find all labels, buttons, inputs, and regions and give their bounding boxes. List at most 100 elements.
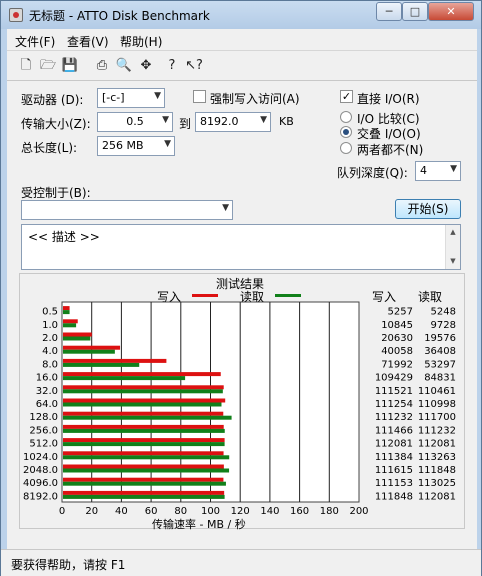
write-value-cell: 111848 (375, 491, 413, 502)
minimize-button[interactable]: ─ (376, 2, 402, 21)
force-write-checkbox[interactable] (193, 90, 206, 103)
read-bar (63, 428, 225, 433)
move-icon[interactable]: ✥ (137, 57, 155, 75)
read-bar (63, 481, 226, 486)
read-bar (63, 376, 186, 381)
window-title: 无标题 - ATTO Disk Benchmark (29, 9, 210, 23)
y-tick-label: 2.0 (42, 333, 58, 344)
transfer-from-select[interactable]: 0.5 ▼ (97, 112, 173, 132)
write-bar (63, 372, 221, 377)
help-icon[interactable]: ? (163, 57, 181, 75)
write-value-cell: 20630 (381, 333, 413, 344)
read-bar (63, 349, 115, 354)
write-bar (63, 464, 224, 469)
y-tick-label: 16.0 (36, 373, 58, 384)
y-tick-label: 64.0 (36, 399, 58, 410)
x-tick-label: 180 (320, 506, 339, 517)
read-bar (63, 402, 222, 407)
y-tick-label: 2048.0 (23, 465, 58, 476)
drive-select[interactable]: [-c-] ▼ (97, 88, 165, 108)
read-bar (63, 389, 223, 394)
to-label: 到 (179, 117, 192, 131)
scrollbar[interactable]: ▲ ▼ (445, 225, 460, 269)
scroll-up-icon[interactable]: ▲ (446, 225, 460, 240)
read-value-cell: 110461 (418, 386, 456, 397)
controlled-by-label: 受控制于(B): (21, 186, 91, 200)
menu-view[interactable]: 查看(V) (67, 33, 109, 50)
direct-io-label: 直接 I/O(R) (357, 92, 420, 106)
drive-label: 驱动器 (D): (21, 93, 84, 107)
write-value-cell: 112081 (375, 439, 413, 450)
benchmark-chart: 0 20 40 60 80 100 120 140 160 180 2000.5 5257 52481.… (23, 301, 456, 517)
maximize-button[interactable]: □ (402, 2, 428, 21)
overlap-io-radio[interactable] (340, 126, 352, 138)
write-bar (63, 451, 224, 456)
direct-io-checkbox[interactable]: ✓ (340, 90, 353, 103)
chevron-down-icon: ▼ (450, 164, 457, 174)
write-value-cell: 111521 (375, 386, 413, 397)
queue-depth-select[interactable]: 4 ▼ (415, 161, 461, 181)
read-bar (63, 336, 91, 341)
read-value-cell: 110998 (418, 399, 456, 410)
write-bar (63, 424, 224, 429)
write-bar (63, 332, 92, 337)
chevron-down-icon: ▼ (154, 91, 161, 101)
app-window: 无标题 - ATTO Disk Benchmark ─ □ ✕ 文件(F) 查看… (0, 0, 482, 576)
write-value-cell: 109429 (375, 373, 413, 384)
new-icon[interactable]: 🗋 (17, 57, 35, 75)
read-bar (63, 415, 232, 420)
write-bar (63, 490, 225, 495)
start-button[interactable]: 开始(S) (395, 199, 461, 219)
save-icon[interactable]: 💾 (61, 57, 79, 75)
x-tick-label: 200 (349, 506, 368, 517)
description-box[interactable]: << 描述 >> ▲ ▼ (21, 224, 461, 270)
neither-radio[interactable] (340, 142, 352, 154)
print-icon[interactable]: ⎙ (93, 57, 111, 75)
x-tick-label: 140 (260, 506, 279, 517)
context-help-icon[interactable]: ↖? (185, 57, 203, 75)
overlap-io-label: 交叠 I/O(O) (357, 127, 421, 141)
read-value-cell: 5248 (431, 307, 456, 318)
menu-help[interactable]: 帮助(H) (120, 33, 162, 50)
write-bar (63, 306, 70, 311)
write-value-cell: 111615 (375, 465, 413, 476)
open-icon[interactable]: 🗁 (39, 57, 57, 75)
read-value-cell: 112081 (418, 439, 456, 450)
read-value-cell: 113263 (418, 452, 456, 463)
x-tick-label: 160 (290, 506, 309, 517)
total-length-label: 总长度(L): (21, 141, 78, 155)
total-length-value: 256 MB (102, 139, 144, 152)
transfer-to-value: 8192.0 (200, 115, 239, 128)
queue-depth-value: 4 (420, 164, 427, 177)
transfer-to-select[interactable]: 8192.0 ▼ (195, 112, 271, 132)
write-bar (63, 345, 121, 350)
write-bar (63, 319, 78, 324)
read-bar (63, 323, 77, 328)
read-bar (63, 442, 225, 447)
controlled-by-select[interactable]: ▼ (21, 200, 233, 220)
print-preview-icon[interactable]: 🔍 (115, 57, 133, 75)
read-bar (63, 362, 140, 367)
io-compare-radio[interactable] (340, 111, 352, 123)
x-tick-label: 40 (115, 506, 128, 517)
results-panel: 测试结果 写入 读取 写入 读取 0 20 40 60 80 100 120 140 160 18… (19, 273, 465, 531)
transfer-size-label: 传输大小(Z): (21, 117, 91, 131)
write-value-cell: 5257 (388, 307, 413, 318)
scroll-down-icon[interactable]: ▼ (446, 254, 460, 269)
y-tick-label: 0.5 (42, 307, 58, 318)
write-value-cell: 111384 (375, 452, 413, 463)
y-tick-label: 128.0 (29, 412, 58, 423)
chevron-down-icon: ▼ (162, 115, 169, 125)
write-bar (63, 411, 224, 416)
y-tick-label: 32.0 (36, 386, 58, 397)
title-bar: 无标题 - ATTO Disk Benchmark ─ □ ✕ (1, 1, 481, 29)
x-tick-label: 20 (85, 506, 98, 517)
app-icon (9, 8, 23, 22)
write-bar (63, 438, 225, 443)
write-value-cell: 111153 (375, 478, 413, 489)
read-value-cell: 111700 (418, 412, 456, 423)
total-length-select[interactable]: 256 MB ▼ (97, 136, 175, 156)
menu-file[interactable]: 文件(F) (15, 33, 55, 50)
status-bar: 要获得帮助，请按 F1 (1, 549, 481, 576)
close-button[interactable]: ✕ (428, 2, 474, 21)
